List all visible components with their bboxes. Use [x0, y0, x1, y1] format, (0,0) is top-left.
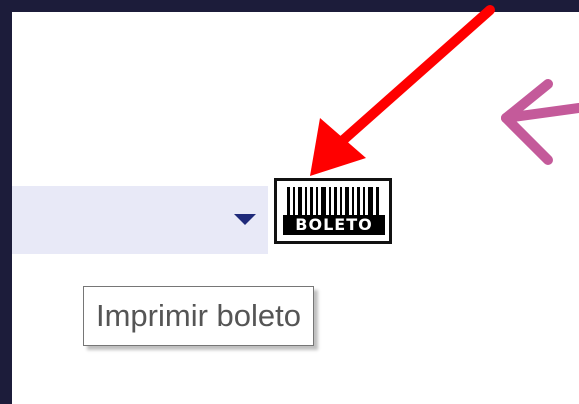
chevron-down-icon[interactable] [234, 214, 256, 225]
barcode-icon [287, 187, 379, 217]
dropdown-field[interactable] [12, 186, 268, 254]
print-boleto-button[interactable]: BOLETO [274, 178, 392, 244]
app-canvas: BOLETO Imprimir boleto [12, 12, 579, 404]
boleto-label: BOLETO [283, 215, 385, 235]
screenshot-frame: BOLETO Imprimir boleto [0, 0, 579, 404]
tooltip: Imprimir boleto [83, 286, 314, 346]
